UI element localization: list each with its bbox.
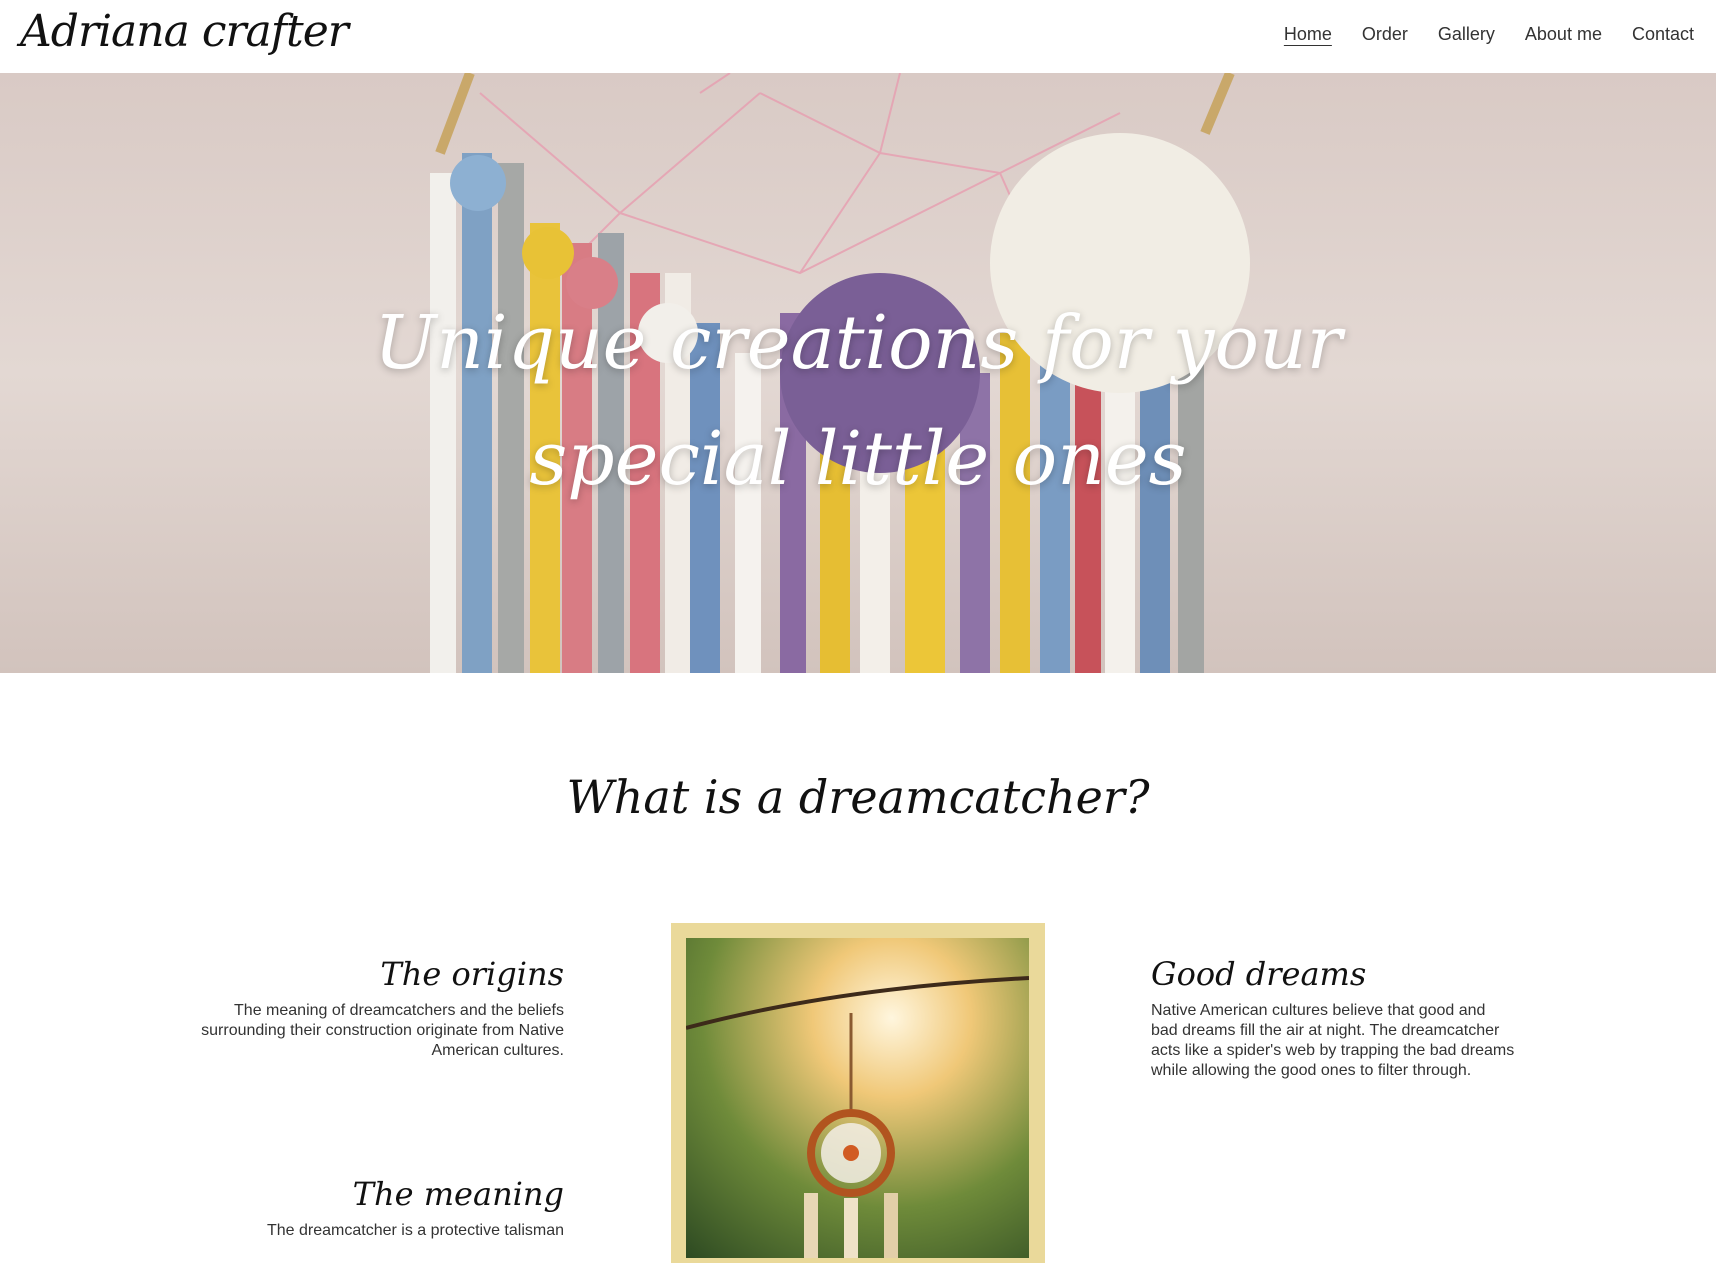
section-title: What is a dreamcatcher? [566,770,1150,824]
info-block-origins: The origins The meaning of dreamcatchers… [200,955,564,1061]
nav-order[interactable]: Order [1362,24,1408,45]
dreamcatcher-photo [686,938,1029,1258]
info-title: The origins [380,955,564,993]
main-nav: Home Order Gallery About me Contact [1284,24,1694,45]
info-title: Good dreams [1151,955,1367,993]
nav-contact[interactable]: Contact [1632,24,1694,45]
hero-title: Unique creations for your special little… [373,300,1343,502]
info-text: The meaning of dreamcatchers and the bel… [201,1002,564,1059]
nav-home[interactable]: Home [1284,24,1332,45]
info-block-good-dreams: Good dreams Native American cultures bel… [1151,955,1515,1081]
site-logo[interactable]: Adriana crafter [20,6,349,57]
info-block-meaning: The meaning The dreamcatcher is a protec… [200,1175,564,1241]
info-text: Native American cultures believe that go… [1151,1002,1515,1079]
nav-gallery[interactable]: Gallery [1438,24,1495,45]
info-text: The dreamcatcher is a protective talisma… [266,1222,564,1239]
hero-banner: Unique creations for your special little… [0,73,1716,673]
info-title: The meaning [352,1175,564,1213]
nav-about-me[interactable]: About me [1525,24,1602,45]
site-header: Adriana crafter Home Order Gallery About… [0,0,1716,73]
